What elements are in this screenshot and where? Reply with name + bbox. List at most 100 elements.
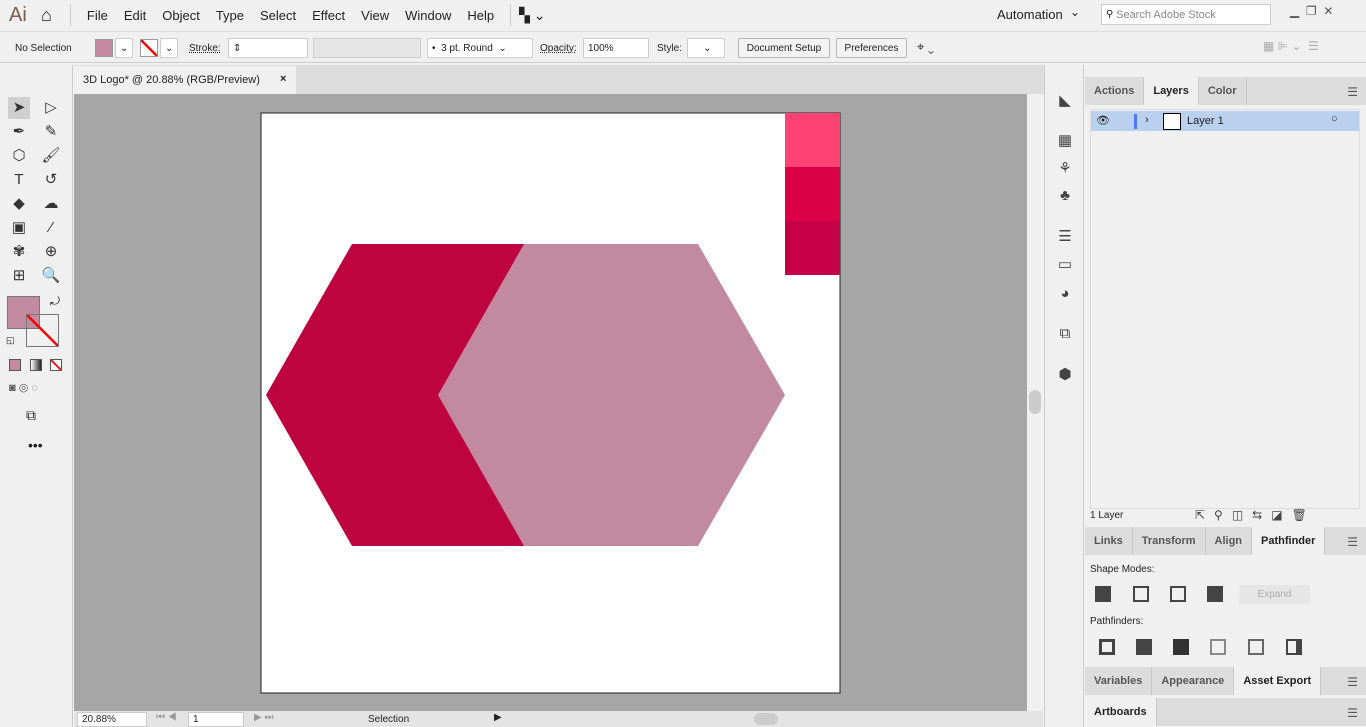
screen-mode-icon[interactable]: ⧉: [26, 407, 36, 424]
menu-edit[interactable]: Edit: [124, 8, 146, 23]
zoom-input[interactable]: 20.88%: [77, 712, 147, 727]
canvas[interactable]: [74, 94, 1027, 711]
eyedropper-tool-icon[interactable]: ⁄: [40, 217, 62, 239]
select-similar-icon[interactable]: ⌖ ⌄: [917, 39, 934, 55]
brushes-panel-icon[interactable]: ⚘: [1055, 159, 1075, 179]
panel-menu-icon[interactable]: ☰: [1347, 706, 1358, 720]
menu-type[interactable]: Type: [216, 8, 244, 23]
horizontal-scroll-thumb[interactable]: [754, 713, 778, 725]
tab-asset-export[interactable]: Asset Export: [1234, 667, 1322, 695]
expand-layer-icon[interactable]: ›: [1145, 114, 1149, 126]
menu-view[interactable]: View: [361, 8, 389, 23]
none-mode-icon[interactable]: [50, 359, 62, 371]
home-icon[interactable]: ⌂: [41, 5, 52, 26]
fill-swatch[interactable]: [95, 39, 113, 57]
stroke-color-box[interactable]: [26, 314, 59, 347]
stroke-dropdown[interactable]: ⌄: [160, 38, 178, 58]
menu-window[interactable]: Window: [405, 8, 451, 23]
opacity-label[interactable]: Opacity:: [540, 43, 577, 54]
workspace-switcher[interactable]: Automation: [997, 7, 1063, 22]
close-tab-icon[interactable]: ×: [280, 73, 286, 85]
color-mode-icon[interactable]: [9, 359, 21, 371]
crop-icon[interactable]: [1210, 639, 1226, 655]
minus-back-icon[interactable]: [1286, 639, 1302, 655]
exclude-icon[interactable]: [1207, 586, 1223, 602]
scroll-thumb[interactable]: [1029, 390, 1041, 414]
window-controls[interactable]: ▁ ❐ ✕: [1290, 4, 1333, 18]
menu-file[interactable]: File: [87, 8, 108, 23]
panel-menu-icon[interactable]: ☰: [1347, 675, 1358, 689]
eraser-tool-icon[interactable]: ◆: [8, 193, 30, 215]
tab-actions[interactable]: Actions: [1085, 77, 1145, 105]
align-options-icon[interactable]: ▦ ⊫ ⌄ ☰: [1263, 39, 1319, 53]
menu-help[interactable]: Help: [467, 8, 494, 23]
tab-pathfinder[interactable]: Pathfinder: [1252, 527, 1326, 555]
panel-menu-icon[interactable]: ☰: [1347, 535, 1358, 549]
layer-name[interactable]: Layer 1: [1187, 115, 1224, 127]
vertical-scrollbar[interactable]: [1027, 94, 1043, 711]
type-tool-icon[interactable]: T: [8, 169, 30, 191]
opacity-input[interactable]: 100%: [583, 38, 649, 58]
target-icon[interactable]: ○: [1331, 113, 1338, 125]
3d-panel-icon[interactable]: ⬢: [1055, 365, 1075, 385]
menu-effect[interactable]: Effect: [312, 8, 345, 23]
stroke-weight-input[interactable]: ⇕: [228, 38, 308, 58]
unite-icon[interactable]: [1095, 586, 1111, 602]
artboard-tool-icon[interactable]: ⊞: [8, 265, 30, 287]
shape-builder-icon[interactable]: ⊕: [40, 241, 62, 263]
eye-icon[interactable]: 👁: [1096, 114, 1110, 127]
divide-icon[interactable]: [1099, 639, 1115, 655]
swatch-square[interactable]: [785, 113, 840, 167]
menu-object[interactable]: Object: [162, 8, 200, 23]
rotate-tool-icon[interactable]: ↺: [40, 169, 62, 191]
gradient-icon[interactable]: ▭: [1055, 255, 1075, 275]
fill-dropdown[interactable]: ⌄: [115, 38, 133, 58]
intersect-icon[interactable]: [1170, 586, 1186, 602]
layer-row[interactable]: 👁 › Layer 1 ○: [1091, 111, 1359, 131]
symbols-panel-icon[interactable]: ♣: [1055, 187, 1075, 207]
swatch-square[interactable]: [785, 167, 840, 221]
artboard-number-input[interactable]: 1: [188, 712, 244, 727]
symbol-sprayer-icon[interactable]: ✾: [8, 241, 30, 263]
tab-align[interactable]: Align: [1206, 527, 1253, 555]
selection-tool-icon[interactable]: ➤: [8, 97, 30, 119]
status-menu-icon[interactable]: ▶: [494, 712, 502, 723]
gradient-tool-icon[interactable]: ▣: [8, 217, 30, 239]
gradient-panel-icon[interactable]: ◣: [1055, 91, 1075, 111]
more-tools-icon[interactable]: •••: [28, 437, 43, 453]
transparency-panel-icon[interactable]: ◕: [1055, 285, 1075, 305]
tab-appearance[interactable]: Appearance: [1152, 667, 1235, 695]
document-tab[interactable]: 3D Logo* @ 20.88% (RGB/Preview) ×: [74, 66, 296, 94]
swatch-square[interactable]: [785, 221, 840, 275]
expand-button[interactable]: Expand: [1239, 585, 1310, 604]
tab-transform[interactable]: Transform: [1133, 527, 1206, 555]
trim-icon[interactable]: [1136, 639, 1152, 655]
default-colors-icon[interactable]: ◱: [6, 335, 15, 346]
curvature-tool-icon[interactable]: ✎: [40, 121, 62, 143]
puppet-warp-icon[interactable]: ☁: [40, 193, 62, 215]
tab-links[interactable]: Links: [1085, 527, 1133, 555]
paintbrush-tool-icon[interactable]: 🖌: [40, 145, 62, 167]
polygon-tool-icon[interactable]: ⬡: [8, 145, 30, 167]
chevron-down-icon[interactable]: ⌄: [1070, 5, 1080, 19]
direct-selection-tool-icon[interactable]: ▷: [40, 97, 62, 119]
stock-search-input[interactable]: ⚲ Search Adobe Stock: [1101, 4, 1271, 25]
pen-tool-icon[interactable]: ✒: [8, 121, 30, 143]
brush-dropdown[interactable]: • 3 pt. Round ⌄: [427, 38, 533, 58]
panel-menu-icon[interactable]: ☰: [1347, 85, 1358, 99]
artboard-nav-next[interactable]: ▶ ⏭: [254, 712, 273, 723]
tab-layers[interactable]: Layers: [1144, 77, 1199, 105]
document-setup-button[interactable]: Document Setup: [738, 38, 830, 58]
swap-colors-icon[interactable]: ⤾: [50, 294, 60, 309]
draw-modes-icon[interactable]: ◙ ◎ ◌: [9, 381, 38, 394]
export-panel-icon[interactable]: ⧉: [1055, 325, 1075, 345]
tab-color[interactable]: Color: [1199, 77, 1247, 105]
layer-actions-icons[interactable]: ⇱⚲◫⇆◪🗑: [1195, 508, 1316, 522]
style-dropdown[interactable]: ⌄: [687, 38, 725, 58]
tab-variables[interactable]: Variables: [1085, 667, 1153, 695]
outline-icon[interactable]: [1248, 639, 1264, 655]
swatches-panel-icon[interactable]: ▦: [1055, 131, 1075, 151]
minus-front-icon[interactable]: [1133, 586, 1149, 602]
variable-width-dropdown[interactable]: [313, 38, 421, 58]
merge-icon[interactable]: [1173, 639, 1189, 655]
